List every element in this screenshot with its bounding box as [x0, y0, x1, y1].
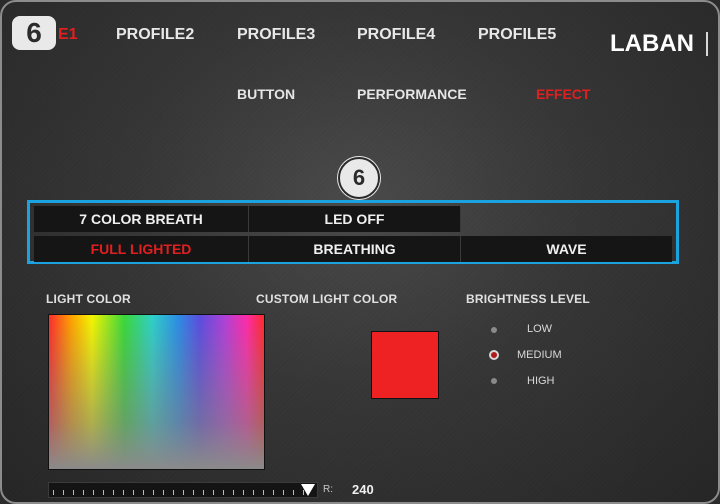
custom-light-color-label: CUSTOM LIGHT COLOR: [256, 292, 398, 306]
light-color-label: LIGHT COLOR: [46, 292, 131, 306]
channel-value: 240: [352, 482, 374, 497]
step-badge: 6: [12, 16, 56, 50]
brightness-high-radio[interactable]: [491, 378, 497, 384]
brightness-level-label: BRIGHTNESS LEVEL: [466, 292, 590, 306]
tab-profile1[interactable]: E1: [58, 26, 78, 44]
brand-logo: LABAN: [610, 30, 694, 57]
tab-profile3[interactable]: PROFILE3: [237, 26, 315, 44]
subtab-effect[interactable]: EFFECT: [536, 86, 590, 102]
channel-label: R:: [323, 484, 333, 495]
effect-7-color-breath[interactable]: 7 COLOR BREATH: [34, 206, 249, 232]
brightness-high-label: HIGH: [527, 375, 555, 387]
brightness-medium-radio[interactable]: [489, 350, 499, 360]
brand-divider: [706, 32, 708, 56]
custom-color-swatch[interactable]: [371, 331, 439, 399]
tab-profile5[interactable]: PROFILE5: [478, 26, 556, 44]
effect-options-panel: 7 COLOR BREATH LED OFF FULL LIGHTED BREA…: [27, 200, 679, 264]
color-channel-slider[interactable]: [48, 482, 318, 498]
subtab-performance[interactable]: PERFORMANCE: [357, 86, 467, 102]
step-marker: 6: [338, 157, 380, 199]
effect-breathing[interactable]: BREATHING: [249, 236, 461, 262]
brightness-low-label: LOW: [527, 323, 553, 335]
effect-full-lighted[interactable]: FULL LIGHTED: [34, 236, 249, 262]
slider-thumb[interactable]: [301, 484, 315, 496]
brightness-medium-label: MEDIUM: [517, 349, 562, 361]
app-window: 6 E1 PROFILE2 PROFILE3 PROFILE4 PROFILE5…: [0, 0, 720, 504]
tab-profile2[interactable]: PROFILE2: [116, 26, 194, 44]
brightness-low-radio[interactable]: [491, 327, 497, 333]
tab-profile4[interactable]: PROFILE4: [357, 26, 435, 44]
slider-ticks: [53, 490, 313, 495]
subtab-button[interactable]: BUTTON: [237, 86, 295, 102]
effect-wave[interactable]: WAVE: [461, 236, 672, 262]
effect-led-off[interactable]: LED OFF: [249, 206, 461, 232]
color-palette[interactable]: [48, 314, 265, 470]
